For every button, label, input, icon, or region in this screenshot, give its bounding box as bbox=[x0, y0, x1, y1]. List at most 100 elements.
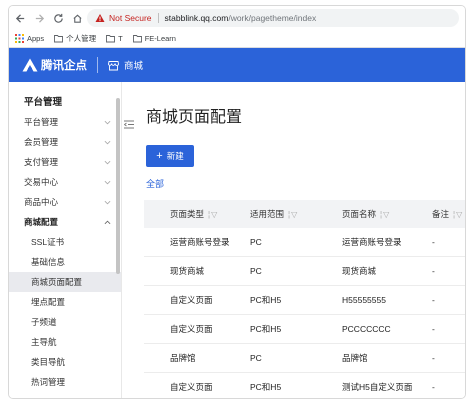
column-header-label: 页面类型 bbox=[170, 209, 205, 219]
sidebar-subitem-hot-words[interactable]: 热词管理 bbox=[9, 372, 121, 392]
cell-page-type: 品牌馆 bbox=[170, 353, 196, 363]
folder-icon bbox=[106, 35, 116, 43]
chevron-down-icon bbox=[104, 160, 111, 164]
cell-scope: PC bbox=[250, 266, 262, 276]
table-row[interactable]: 自定义页面 PC和H5 测试H5自定义页面 - bbox=[144, 373, 465, 398]
home-icon[interactable] bbox=[69, 10, 85, 26]
table-header: 页面类型 ¦▽ 适用范围 ¦▽ 页面名称 ¦▽ 备注 ¦▽ bbox=[144, 200, 465, 228]
app-header: 腾讯企点 商城 bbox=[9, 48, 465, 82]
filter-funnel-icon[interactable]: ¦▽ bbox=[208, 210, 218, 219]
main-content: 商城页面配置 + 新建 全部 页面类型 ¦▽ 适用范围 ¦▽ 页面名称 ¦▽ 备… bbox=[144, 82, 465, 398]
cell-page-type: 现货商城 bbox=[170, 266, 205, 276]
sidebar-item-shop-config[interactable]: 商城配置 bbox=[9, 212, 121, 232]
bookmark-label: T bbox=[118, 34, 123, 43]
filter-funnel-icon[interactable]: ¦▽ bbox=[453, 210, 463, 219]
cell-remark: - bbox=[432, 353, 435, 363]
sidebar-item-label: 支付管理 bbox=[24, 157, 59, 167]
cell-remark: - bbox=[432, 295, 435, 305]
cell-scope: PC和H5 bbox=[250, 382, 282, 392]
bookmark-folder-fe-learn[interactable]: FE-Learn bbox=[132, 34, 176, 43]
column-header-scope[interactable]: 适用范围 ¦▽ bbox=[235, 208, 327, 220]
brand-logo[interactable]: 腾讯企点 bbox=[22, 57, 87, 73]
sidebar-title: 平台管理 bbox=[24, 97, 63, 108]
page-config-table: 页面类型 ¦▽ 适用范围 ¦▽ 页面名称 ¦▽ 备注 ¦▽ 运营商账号登录 PC… bbox=[144, 200, 465, 398]
sidebar: 平台管理 平台管理 会员管理 支付管理 交易中心 商品中心 商城配置 SSL证书… bbox=[9, 82, 122, 398]
bookmark-label: FE-Learn bbox=[144, 34, 176, 43]
cell-page-type: 自定义页面 bbox=[170, 295, 213, 305]
folder-icon bbox=[54, 35, 64, 43]
browser-window: Not Secure stabblink.qq.com /work/pageth… bbox=[9, 6, 465, 398]
sidebar-scrollbar[interactable] bbox=[116, 98, 120, 274]
filter-funnel-icon[interactable]: ¦▽ bbox=[380, 210, 390, 219]
column-header-page-name[interactable]: 页面名称 ¦▽ bbox=[327, 208, 418, 220]
sidebar-subitem-tracking[interactable]: 埋点配置 bbox=[9, 292, 121, 312]
not-secure-label[interactable]: Not Secure bbox=[109, 13, 152, 23]
bookmark-label: 个人管理 bbox=[66, 34, 97, 43]
sidebar-item-platform[interactable]: 平台管理 bbox=[9, 112, 121, 132]
cell-remark: - bbox=[432, 266, 435, 276]
sidebar-subitem-ssl[interactable]: SSL证书 bbox=[9, 232, 121, 252]
filter-funnel-icon[interactable]: ¦▽ bbox=[288, 210, 298, 219]
url-path: /work/pagetheme/index bbox=[228, 13, 317, 23]
cell-scope: PC bbox=[250, 353, 262, 363]
cell-page-type: 运营商账号登录 bbox=[170, 237, 230, 247]
bookmark-folder-t[interactable]: T bbox=[106, 34, 123, 43]
sidebar-item-label: 交易中心 bbox=[24, 177, 59, 187]
chevron-down-icon bbox=[104, 140, 111, 144]
cell-page-name: 现货商城 bbox=[342, 266, 377, 276]
store-icon bbox=[108, 60, 119, 70]
table-row[interactable]: 自定义页面 PC和H5 PCCCCCCC - bbox=[144, 315, 465, 344]
apps-grid-icon bbox=[15, 34, 24, 43]
sidebar-item-members[interactable]: 会员管理 bbox=[9, 132, 121, 152]
sidebar-subitem-page-config[interactable]: 商城页面配置 bbox=[9, 272, 121, 292]
qidian-logo-icon bbox=[22, 58, 38, 72]
table-row[interactable]: 品牌馆 PC 品牌馆 - bbox=[144, 344, 465, 373]
cell-page-type: 自定义页面 bbox=[170, 324, 213, 334]
cell-scope: PC bbox=[250, 237, 262, 247]
cell-page-type: 自定义页面 bbox=[170, 382, 213, 392]
sidebar-subitem-main-nav[interactable]: 主导航 bbox=[9, 332, 121, 352]
bookmark-apps[interactable]: Apps bbox=[15, 34, 44, 43]
collapse-menu-icon[interactable] bbox=[122, 117, 136, 131]
new-button-label: 新建 bbox=[166, 151, 184, 161]
cell-remark: - bbox=[432, 237, 435, 247]
cell-remark: - bbox=[432, 382, 435, 392]
address-bar[interactable]: Not Secure stabblink.qq.com /work/pageth… bbox=[87, 9, 459, 27]
new-button[interactable]: + 新建 bbox=[146, 145, 194, 167]
url-host: stabblink.qq.com bbox=[164, 13, 229, 23]
omnibox-divider bbox=[157, 13, 159, 23]
brand-name: 腾讯企点 bbox=[41, 60, 87, 72]
cell-scope: PC和H5 bbox=[250, 324, 282, 334]
forward-arrow-icon[interactable] bbox=[31, 10, 47, 26]
header-divider bbox=[97, 57, 98, 73]
sidebar-subitem-sub-channel[interactable]: 子频道 bbox=[9, 312, 121, 332]
chevron-down-icon bbox=[104, 180, 111, 184]
cell-page-name: PCCCCCCC bbox=[342, 324, 391, 334]
chevron-down-icon bbox=[104, 200, 111, 204]
sidebar-item-trade[interactable]: 交易中心 bbox=[9, 172, 121, 192]
reload-icon[interactable] bbox=[50, 10, 66, 26]
bookmark-folder-personal[interactable]: 个人管理 bbox=[54, 33, 96, 44]
header-section-label: 商城 bbox=[124, 61, 144, 72]
chevron-up-icon bbox=[104, 220, 111, 224]
table-row[interactable]: 运营商账号登录 PC 运营商账号登录 - bbox=[144, 228, 465, 257]
column-header-label: 页面名称 bbox=[342, 209, 377, 219]
cell-scope: PC和H5 bbox=[250, 295, 282, 305]
table-row[interactable]: 现货商城 PC 现货商城 - bbox=[144, 257, 465, 286]
chevron-down-icon bbox=[104, 120, 111, 124]
column-header-page-type[interactable]: 页面类型 ¦▽ bbox=[144, 208, 235, 220]
back-arrow-icon[interactable] bbox=[12, 10, 28, 26]
header-section-shop[interactable]: 商城 bbox=[108, 58, 143, 72]
column-header-remark[interactable]: 备注 ¦▽ bbox=[418, 208, 465, 220]
column-header-label: 备注 bbox=[432, 209, 450, 219]
cell-page-name: 品牌馆 bbox=[342, 353, 368, 363]
sidebar-item-products[interactable]: 商品中心 bbox=[9, 192, 121, 212]
sidebar-subitem-category-nav[interactable]: 类目导航 bbox=[9, 352, 121, 372]
sidebar-item-label: 会员管理 bbox=[24, 137, 59, 147]
sidebar-item-payment[interactable]: 支付管理 bbox=[9, 152, 121, 172]
filter-all-link[interactable]: 全部 bbox=[146, 177, 164, 190]
table-row[interactable]: 自定义页面 PC和H5 H55555555 - bbox=[144, 286, 465, 315]
page-title: 商城页面配置 bbox=[146, 109, 243, 126]
warning-triangle-icon bbox=[95, 14, 105, 22]
sidebar-subitem-basic-info[interactable]: 基础信息 bbox=[9, 252, 121, 272]
